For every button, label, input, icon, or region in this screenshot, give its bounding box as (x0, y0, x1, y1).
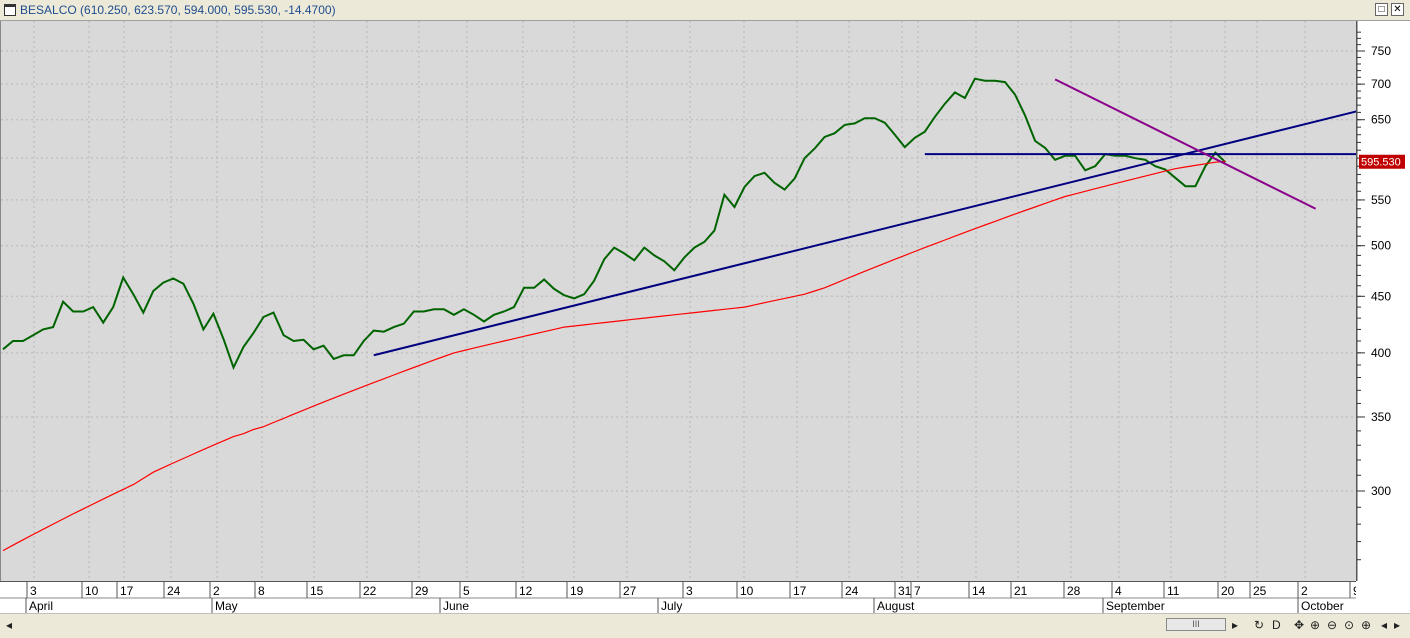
x-tick-label: 10 (85, 584, 99, 598)
y-tick-label: 550 (1371, 193, 1391, 207)
x-tick-label: 24 (845, 584, 859, 598)
month-label: August (877, 599, 915, 613)
y-tick-label: 350 (1371, 410, 1391, 424)
x-tick-label: 22 (363, 584, 377, 598)
x-tick-label: 28 (1067, 584, 1081, 598)
scroll-right-arrow-icon[interactable]: ▸ (1232, 618, 1238, 632)
window-title: BESALCO (610.250, 623.570, 594.000, 595.… (20, 3, 336, 17)
y-tick-label: 500 (1371, 239, 1391, 253)
y-tick-label: 700 (1371, 77, 1391, 91)
title-bar: BESALCO (610.250, 623.570, 594.000, 595.… (0, 0, 1410, 21)
month-label: July (661, 599, 682, 613)
x-tick-label: 15 (310, 584, 324, 598)
x-tick-label: 11 (1167, 584, 1180, 598)
zoom-out-icon[interactable]: ⊖ (1327, 618, 1337, 632)
price-plot-area[interactable] (0, 21, 1406, 581)
scroll-forward-icon[interactable]: ▸ (1394, 618, 1400, 632)
month-label: May (215, 599, 238, 613)
scroll-back-icon[interactable]: ◂ (1381, 618, 1387, 632)
y-axis-svg: 300 350 400 450 500 550 650 700 750 595.530 (1356, 21, 1405, 581)
x-tick-label: 5 (463, 584, 470, 598)
x-tick-label: 17 (793, 584, 807, 598)
x-tick-label: 2 (213, 584, 220, 598)
x-tick-label: 25 (1253, 584, 1267, 598)
date-axis[interactable]: 3 10 17 24 2 8 15 22 29 5 12 19 27 3 10 17 24 31 7 14 21 28 4 1… (0, 581, 1360, 614)
month-label: April (29, 599, 53, 613)
y-tick-label: 650 (1371, 113, 1391, 127)
month-label: June (443, 599, 469, 613)
x-tick-label: 3 (30, 584, 37, 598)
x-tick-label: 14 (972, 584, 986, 598)
move-icon[interactable]: ✥ (1294, 618, 1304, 632)
price-series-line (2, 77, 1227, 371)
daily-period-button[interactable]: D (1272, 618, 1281, 632)
x-tick-label: 4 (1115, 584, 1122, 598)
price-axis[interactable]: 300 350 400 450 500 550 650 700 750 595.530 (1356, 21, 1410, 581)
x-tick-label: 20 (1221, 584, 1235, 598)
axis-corner (1356, 581, 1410, 613)
restore-button[interactable]: □ (1375, 3, 1388, 16)
scroll-thumb[interactable]: III (1166, 618, 1226, 631)
x-tick-label: 24 (167, 584, 181, 598)
refresh-icon[interactable]: ↻ (1254, 618, 1264, 632)
month-label: September (1106, 599, 1165, 613)
y-tick-label: 450 (1371, 289, 1391, 303)
x-tick-label: 19 (570, 584, 584, 598)
x-tick-label: 27 (623, 584, 637, 598)
x-tick-label: 29 (415, 584, 429, 598)
window-icon (4, 4, 16, 16)
close-button[interactable]: ✕ (1391, 3, 1404, 16)
scroll-left-arrow-icon[interactable]: ◂ (6, 618, 12, 632)
zoom-reset-icon[interactable]: ⊙ (1344, 618, 1354, 632)
month-label: October (1301, 599, 1344, 613)
moving-average-line (2, 160, 1226, 552)
x-tick-label: 12 (519, 584, 533, 598)
x-tick-label: 10 (740, 584, 754, 598)
y-tick-label: 750 (1371, 44, 1391, 58)
x-axis-svg: 3 10 17 24 2 8 15 22 29 5 12 19 27 3 10 17 24 31 7 14 21 28 4 1… (0, 582, 1360, 614)
last-price-label: 595.530 (1361, 157, 1401, 169)
zoom-fit-icon[interactable]: ⊕ (1361, 618, 1371, 632)
x-tick-label: 3 (686, 584, 693, 598)
y-tick-label: 300 (1371, 484, 1391, 498)
horizontal-scrollbar[interactable]: ◂ III ▸ ↻ D ✥ ⊕ ⊖ ⊙ ⊕ ◂ ▸ (0, 613, 1410, 638)
trendline-blue (373, 105, 1376, 357)
zoom-in-icon[interactable]: ⊕ (1310, 618, 1320, 632)
x-tick-label: 7 (914, 584, 921, 598)
price-chart[interactable] (1, 21, 1406, 581)
x-tick-label: 2 (1301, 584, 1308, 598)
x-tick-label: 17 (120, 584, 134, 598)
chart-window: BESALCO (610.250, 623.570, 594.000, 595.… (0, 0, 1410, 638)
x-tick-label: 8 (258, 584, 265, 598)
x-tick-label: 31 (898, 584, 912, 598)
y-tick-label: 400 (1371, 346, 1391, 360)
x-tick-label: 21 (1014, 584, 1028, 598)
